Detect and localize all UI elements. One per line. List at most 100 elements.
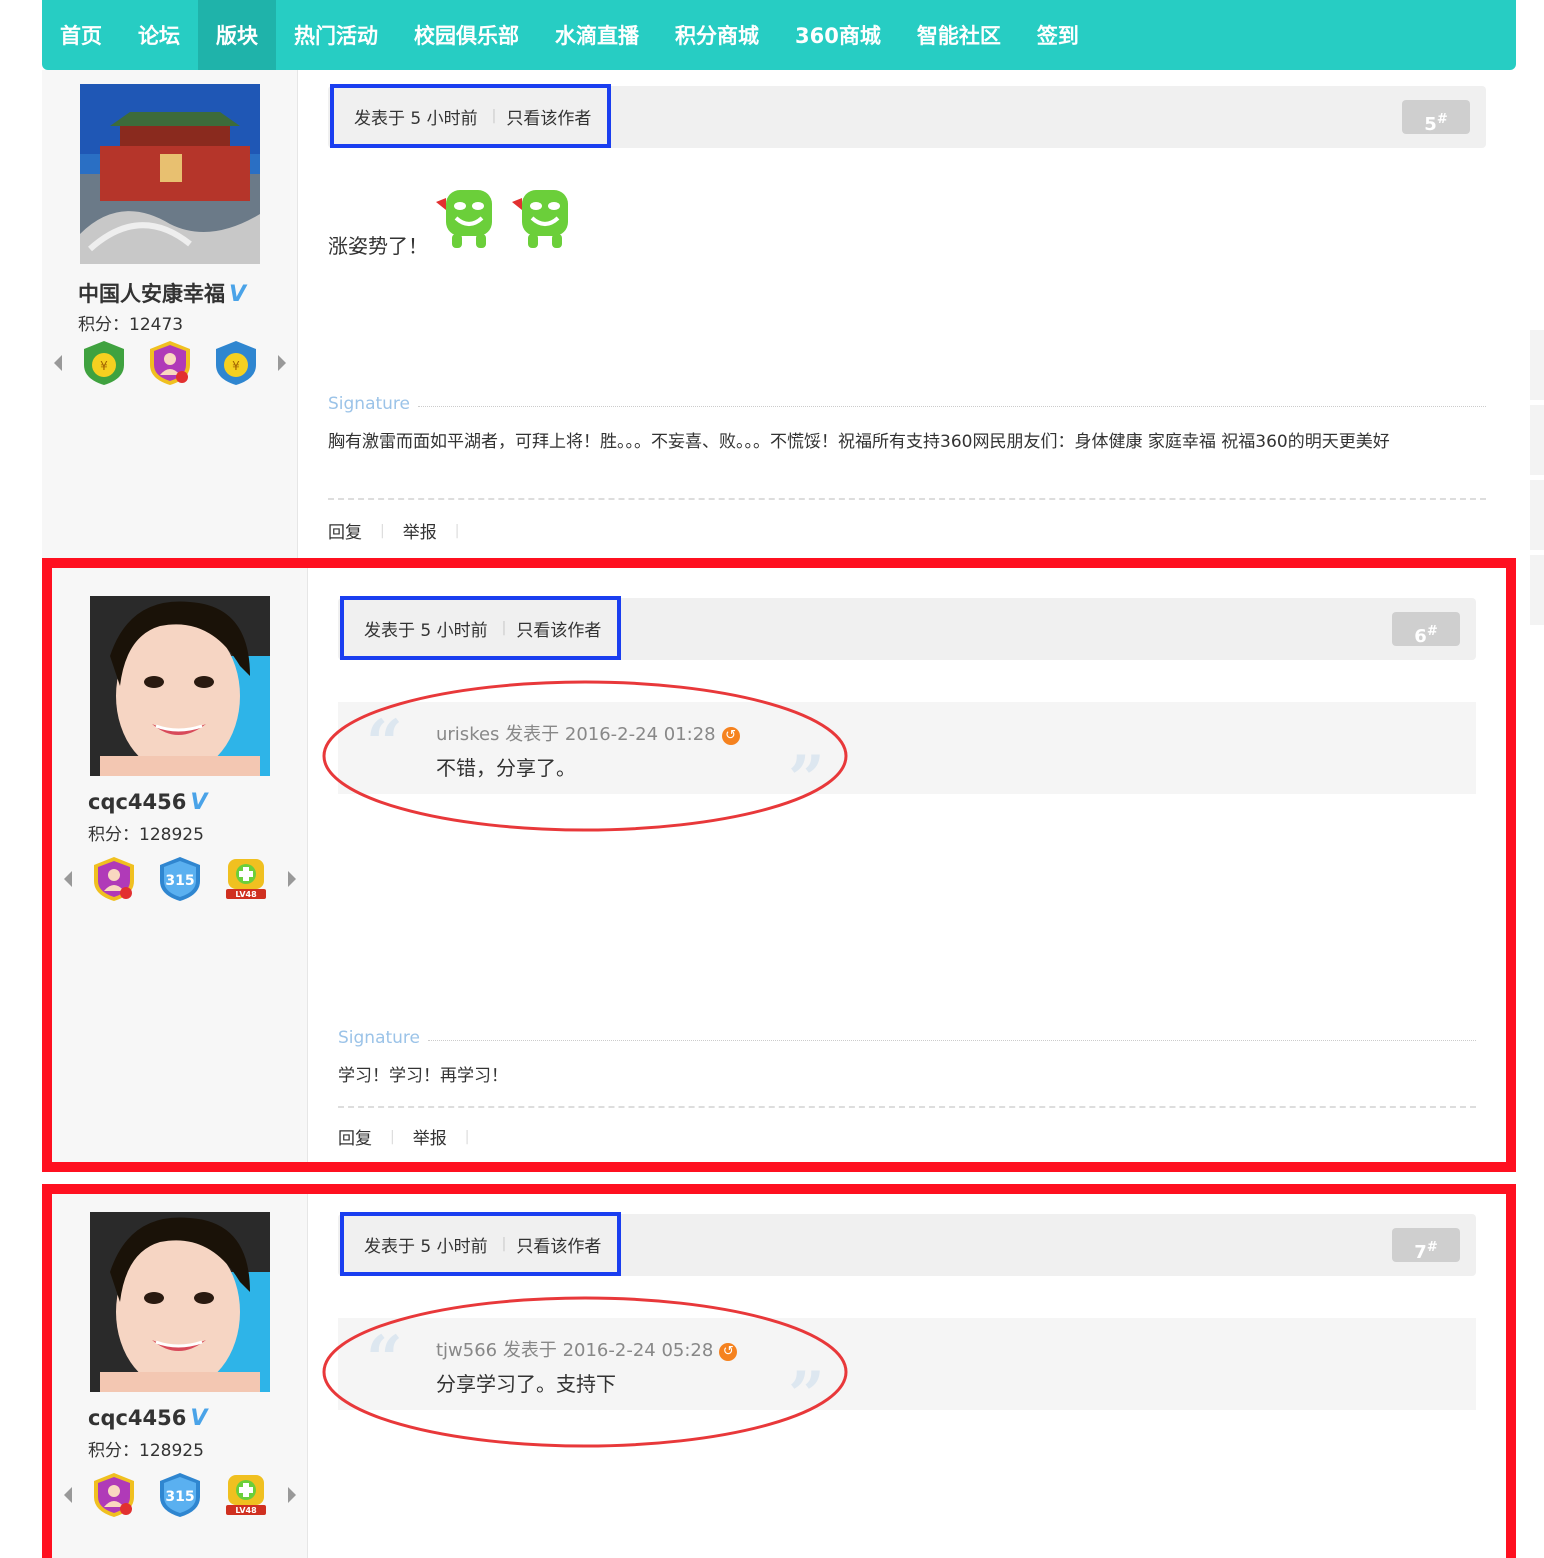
svg-text:LV48: LV48 [235,1506,257,1515]
verified-icon: V [190,790,208,815]
nav-item-forum[interactable]: 论坛 [120,0,198,70]
svg-text:LV48: LV48 [235,890,257,899]
post-floor-7: cqc4456 V 积分：128925 315 LV48 发表于 5 小时前 |… [52,1194,1506,1558]
user-name[interactable]: 中国人安康幸福 V [78,278,246,308]
medal-315-shield-icon[interactable]: 315 [156,855,204,903]
quote-open-icon: “ [366,706,403,781]
nav-item-checkin[interactable]: 签到 [1019,0,1097,70]
medal-carousel: 315 LV48 [64,1470,296,1520]
post-time: 发表于 5 小时前 [364,1236,488,1257]
quote-block: “ uriskes 发表于 2016-2-24 01:28 ↺ 不错，分享了。 ” [338,702,1476,817]
quote-close-icon: ” [788,1358,825,1433]
post-meta: 发表于 5 小时前 | 只看该作者 [340,596,622,660]
post-body: 发表于 5 小时前 | 只看该作者 6# “ uriskes 发表于 2016-… [308,568,1506,1162]
quote-meta: tjw566 发表于 2016-2-24 05:28 ↺ [436,1336,738,1362]
user-name[interactable]: cqc4456 V [88,790,207,815]
post-meta: 发表于 5 小时前 | 只看该作者 [330,84,612,148]
goto-reply-icon[interactable]: ↺ [719,1343,738,1361]
post-divider [328,498,1486,500]
nav-item-events[interactable]: 热门活动 [276,0,396,70]
report-button[interactable]: 举报 [413,1124,447,1149]
quote-close-icon: ” [788,742,825,817]
medal-user-purple-icon[interactable] [146,339,194,387]
signature-divider [418,406,1486,407]
post-floor-6: cqc4456 V 积分：128925 315 LV48 发表于 5 小时前 |… [52,568,1506,1162]
nav-item-smart-community[interactable]: 智能社区 [899,0,1019,70]
side-tool-strip [1530,405,1544,475]
user-score: 积分：12473 [78,315,184,335]
side-tool-strip [1530,480,1544,550]
only-author-link[interactable]: 只看该作者 [516,1232,601,1257]
reply-button[interactable]: 回复 [338,1124,372,1149]
post-author-panel: 中国人安康幸福 V 积分：12473 ¥ ¥ [42,70,298,558]
svg-text:315: 315 [165,1489,194,1505]
medal-prev-arrow-icon[interactable] [64,871,72,887]
post-actions: 回复 | 举报 | [338,1124,487,1150]
top-nav: 首页 论坛 版块 热门活动 校园俱乐部 水滴直播 积分商城 360商城 智能社区… [42,0,1516,70]
svg-text:315: 315 [165,873,194,889]
goto-reply-icon[interactable]: ↺ [721,727,740,745]
medal-money-blue-icon[interactable]: ¥ [212,339,260,387]
side-tool-strip [1530,330,1544,400]
side-tool-strip [1530,555,1544,625]
signature-label: Signature [338,1028,421,1048]
post-body: 发表于 5 小时前 | 只看该作者 5# 涨姿势了！ Signature 胸有激… [298,70,1516,558]
svg-text:¥: ¥ [232,359,240,373]
signature-text: 学习！学习！再学习！ [338,1066,508,1086]
post-header: 发表于 5 小时前 | 只看该作者 7# [338,1212,1476,1276]
post-content: 涨姿势了！ [328,234,428,258]
post-author-panel: cqc4456 V 积分：128925 315 LV48 [52,568,308,1162]
nav-item-campus-club[interactable]: 校园俱乐部 [396,0,537,70]
post-floor-5: 中国人安康幸福 V 积分：12473 ¥ ¥ 发表于 5 小时前 | 只看该作者… [42,70,1516,558]
nav-item-360-mall[interactable]: 360商城 [777,0,899,70]
medal-level-48-icon[interactable]: LV48 [222,855,270,903]
medal-next-arrow-icon[interactable] [278,355,286,371]
nav-item-points-mall[interactable]: 积分商城 [657,0,777,70]
medal-prev-arrow-icon[interactable] [54,355,62,371]
quote-meta: uriskes 发表于 2016-2-24 01:28 ↺ [436,720,740,746]
user-name[interactable]: cqc4456 V [88,1406,207,1431]
only-author-link[interactable]: 只看该作者 [516,616,601,641]
user-score: 积分：128925 [88,825,204,845]
medal-315-shield-icon[interactable]: 315 [156,1471,204,1519]
floor-badge[interactable]: 7# [1392,1228,1460,1263]
svg-text:¥: ¥ [100,359,108,373]
avatar[interactable] [80,84,260,264]
medal-next-arrow-icon[interactable] [288,1487,296,1503]
user-score: 积分：128925 [88,1441,204,1461]
floor-badge[interactable]: 5# [1402,100,1470,135]
floor-badge[interactable]: 6# [1392,612,1460,647]
medal-carousel: ¥ ¥ [54,338,286,388]
only-author-link[interactable]: 只看该作者 [506,104,591,129]
post-header: 发表于 5 小时前 | 只看该作者 5# [328,84,1486,148]
medal-money-green-icon[interactable]: ¥ [80,339,128,387]
verified-icon: V [190,1406,208,1431]
android-emoticon-icon [436,190,568,248]
medal-user-purple-icon[interactable] [90,1471,138,1519]
post-time: 发表于 5 小时前 [354,108,478,129]
post-time: 发表于 5 小时前 [364,620,488,641]
medal-carousel: 315 LV48 [64,854,296,904]
post-header: 发表于 5 小时前 | 只看该作者 6# [338,596,1476,660]
quote-text: 分享学习了。支持下 [436,1372,616,1396]
signature-label: Signature [328,394,411,414]
medal-level-48-icon[interactable]: LV48 [222,1471,270,1519]
nav-item-home[interactable]: 首页 [42,0,120,70]
medal-user-purple-icon[interactable] [90,855,138,903]
nav-item-boards[interactable]: 版块 [198,0,276,70]
nav-item-live[interactable]: 水滴直播 [537,0,657,70]
avatar[interactable] [90,596,270,776]
verified-icon: V [229,282,247,307]
quote-open-icon: “ [366,1322,403,1397]
post-author-panel: cqc4456 V 积分：128925 315 LV48 [52,1194,308,1558]
avatar[interactable] [90,1212,270,1392]
quote-text: 不错，分享了。 [436,756,576,780]
medal-next-arrow-icon[interactable] [288,871,296,887]
medal-prev-arrow-icon[interactable] [64,1487,72,1503]
signature-divider [428,1040,1476,1041]
report-button[interactable]: 举报 [403,518,437,543]
post-actions: 回复 | 举报 | [328,518,477,544]
quote-block: “ tjw566 发表于 2016-2-24 05:28 ↺ 分享学习了。支持下 … [338,1318,1476,1433]
reply-button[interactable]: 回复 [328,518,362,543]
post-divider [338,1106,1476,1108]
